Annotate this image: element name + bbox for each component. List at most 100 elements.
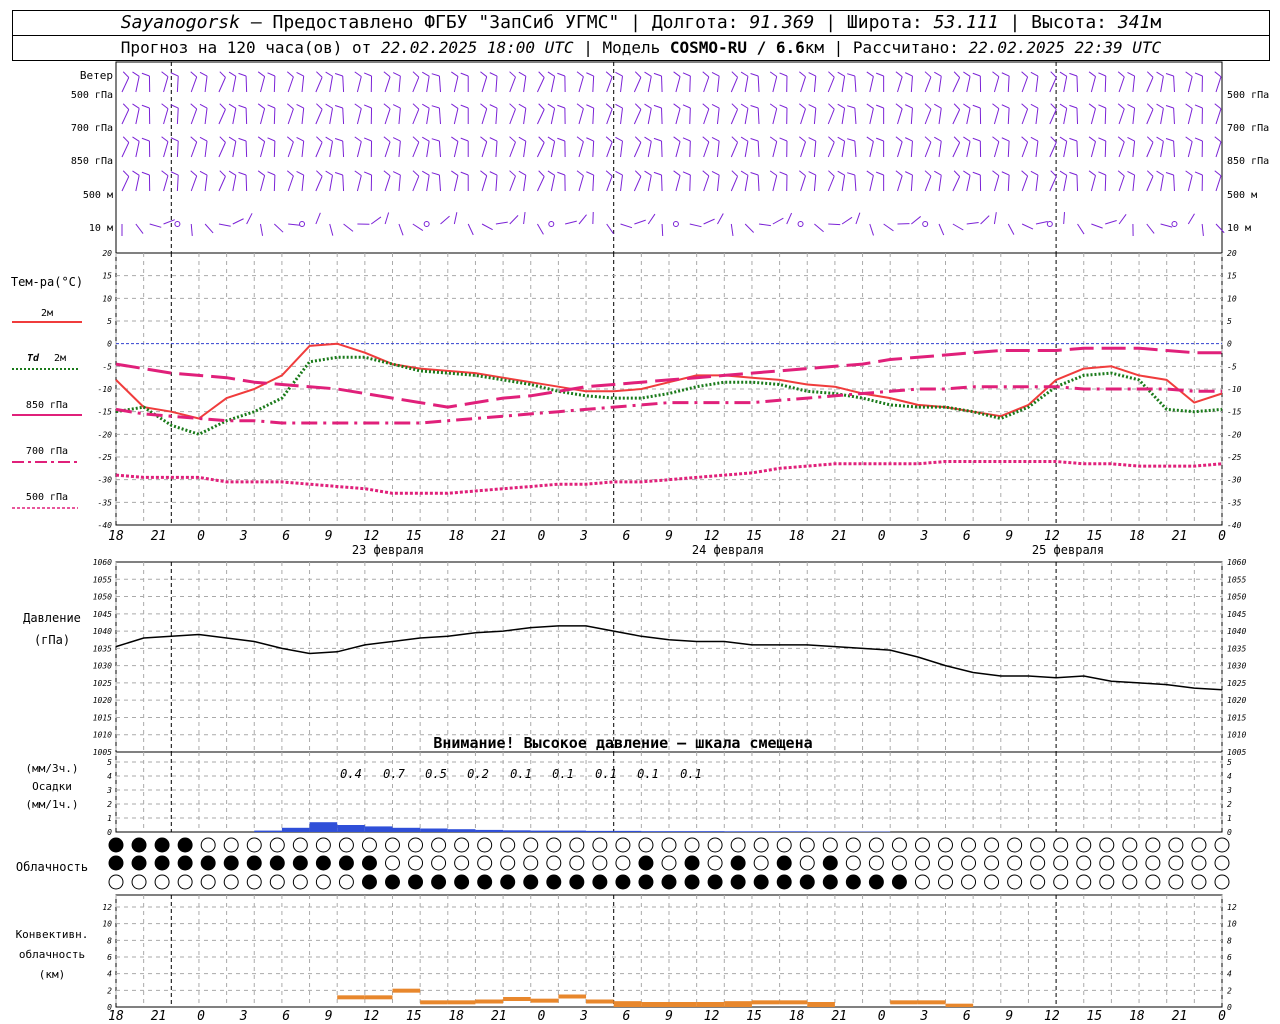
cloud-cover-icon <box>523 837 539 853</box>
wind-barb-icon <box>547 170 555 176</box>
wind-barb-icon <box>315 77 323 93</box>
wind-barb-icon <box>363 72 372 77</box>
wind-barb-icon <box>606 76 613 93</box>
wind-barb-icon <box>228 71 237 77</box>
wind-barb-icon <box>246 213 253 225</box>
wind-level-500m-right: 500 м <box>1227 190 1257 201</box>
conv-tick-left: 10 <box>102 920 112 929</box>
cloud-cover-icon <box>569 837 585 853</box>
pressure-tick-left: 1010 <box>93 731 112 740</box>
cloud-cover-icon <box>246 874 262 890</box>
cloud-cover-icon <box>938 855 953 871</box>
cloud-cover-icon <box>707 837 723 853</box>
wind-barb-icon <box>910 175 913 192</box>
cloud-cover-icon <box>454 837 470 853</box>
wind-barb-icon <box>383 71 391 78</box>
wind-barb-icon <box>615 71 623 77</box>
cloud-cover-icon <box>1007 837 1023 853</box>
wind-barb-icon <box>426 108 430 125</box>
wind-barb-icon <box>412 170 420 177</box>
wind-barb-icon <box>287 76 294 93</box>
wind-barb-icon <box>1076 75 1079 93</box>
cloud-cover-icon <box>753 874 769 890</box>
hour-tick-label: 21 <box>491 1009 507 1024</box>
wind-barb-icon <box>731 71 738 78</box>
wind-barb-icon <box>798 136 806 143</box>
wind-barb-icon <box>315 109 323 125</box>
cloud-cover-icon <box>868 874 884 890</box>
wind-barb-icon <box>141 104 150 109</box>
pressure-tick-right: 1040 <box>1227 627 1246 636</box>
wind-barb-icon <box>489 171 498 176</box>
cloud-cover-icon <box>315 874 331 890</box>
wind-barb-icon <box>924 108 932 125</box>
temp-tick-right: 20 <box>1227 249 1237 258</box>
wind-barb-icon <box>740 170 749 176</box>
legend-500-label: 500 гПа <box>26 492 68 503</box>
wind-barb-icon <box>934 103 942 109</box>
cloud-cover-icon <box>1053 855 1069 871</box>
cloud-cover-icon <box>1191 855 1207 871</box>
wind-barb-icon <box>363 104 372 109</box>
wind-calm-icon <box>922 221 929 227</box>
cloud-cover-icon <box>177 855 193 871</box>
wind-barb-icon <box>1069 104 1078 109</box>
wind-barb-icon <box>1146 109 1154 125</box>
wind-barb-icon <box>1165 172 1174 176</box>
cloud-cover-icon <box>200 837 216 853</box>
wind-barb-icon <box>1063 141 1068 158</box>
wind-barb-icon <box>481 223 493 231</box>
temp-tick-left: 0 <box>107 340 112 349</box>
wind-barb-icon <box>980 215 990 225</box>
wind-barb-icon <box>1118 76 1125 93</box>
wind-barb-icon <box>1215 141 1222 158</box>
conv-tick-right: 4 <box>1227 970 1232 979</box>
temp-tick-left: 20 <box>102 249 112 258</box>
wind-barb-icon <box>661 223 664 237</box>
wind-barb-icon <box>523 76 527 93</box>
wind-barb-icon <box>383 170 391 177</box>
wind-barb-icon <box>218 77 226 93</box>
wind-barb-icon <box>329 223 334 236</box>
wind-barb-icon <box>866 170 874 176</box>
cloud-cover-icon <box>592 874 608 890</box>
wind-barb-icon <box>963 103 971 109</box>
convective-bar <box>724 1001 752 1007</box>
cloud-cover-icon <box>914 855 930 871</box>
wind-barb-icon <box>653 137 662 142</box>
cloud-cover-icon <box>776 874 792 890</box>
wind-barb-icon <box>1165 73 1174 77</box>
cloud-cover-icon <box>1099 837 1115 853</box>
cloud-cover-icon <box>799 874 815 890</box>
wind-barb-icon <box>354 170 362 176</box>
temp-tick-right: -25 <box>1227 453 1242 462</box>
wind-barb-icon <box>1059 136 1067 142</box>
wind-barb-icon <box>772 217 784 225</box>
wind-barb-icon <box>952 142 961 158</box>
wind-barb-icon <box>576 136 584 143</box>
wind-barb-icon <box>135 175 140 192</box>
wind-barb-icon <box>620 223 633 229</box>
wind-barb-icon <box>219 136 226 143</box>
wind-barb-icon <box>606 223 614 235</box>
wind-level-10m-right: 10 м <box>1227 223 1251 234</box>
wind-barb-icon <box>661 140 663 158</box>
wind-barb-icon <box>1021 108 1029 125</box>
cloud-cover-icon <box>131 874 147 890</box>
wind-barb-icon <box>1007 140 1010 158</box>
wind-barb-icon <box>800 108 806 125</box>
wind-barb-icon <box>1076 140 1079 158</box>
wind-barb-icon <box>238 137 247 142</box>
wind-barb-icon <box>1104 174 1107 192</box>
wind-barb-icon <box>847 138 855 142</box>
wind-barb-icon <box>451 103 459 109</box>
wind-barb-icon <box>924 103 932 110</box>
cloud-cover-icon <box>385 837 400 853</box>
precip-bar <box>530 830 559 832</box>
legend-700-label: 700 гПа <box>26 446 68 457</box>
cloud-cover-icon <box>361 855 377 871</box>
wind-level-850hpa: 850 гПа <box>71 156 113 167</box>
wind-barb-icon <box>1001 72 1010 77</box>
wind-barb-icon <box>952 176 961 192</box>
wind-barb-icon <box>1063 211 1066 225</box>
